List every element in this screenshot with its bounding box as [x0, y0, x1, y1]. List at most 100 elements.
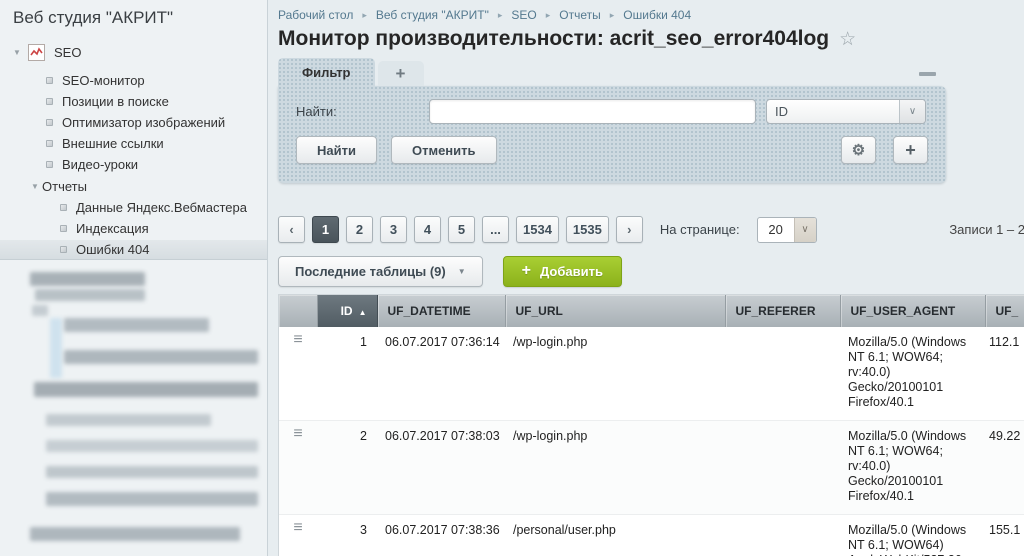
sidebar-item-external-links[interactable]: Внешние ссылки — [0, 133, 267, 154]
add-record-button[interactable]: + Добавить — [503, 256, 622, 287]
per-page-value: 20 — [758, 222, 794, 237]
add-filter-tab-button[interactable]: + — [378, 61, 424, 86]
cell-id: 3 — [317, 515, 377, 556]
filter-block: Фильтр + Найти: ID ∨ Найти Отменить ⚙ + — [278, 58, 946, 183]
collapse-filter-button[interactable] — [919, 72, 936, 76]
redacted-block — [46, 492, 258, 506]
cell-ip: 155.1 — [985, 515, 1024, 556]
row-menu-button[interactable]: ≡ — [279, 327, 317, 421]
bullet-icon — [46, 161, 53, 168]
seo-module-icon — [28, 44, 45, 61]
cell-id: 1 — [317, 327, 377, 421]
search-field-value: ID — [767, 104, 899, 119]
cell-datetime: 06.07.2017 07:36:14 — [377, 327, 505, 421]
column-header-uf-ip[interactable]: UF_ — [985, 295, 1024, 327]
chevron-down-icon[interactable]: ∨ — [794, 218, 816, 242]
per-page-select[interactable]: 20 ∨ — [757, 217, 817, 243]
row-menu-button[interactable]: ≡ — [279, 515, 317, 556]
sidebar-item-label: Отчеты — [42, 179, 87, 194]
sidebar-item-label: Оптимизатор изображений — [62, 115, 225, 130]
filter-settings-button[interactable]: ⚙ — [841, 136, 876, 164]
cell-user-agent: Mozilla/5.0 (Windows NT 6.1; WOW64; rv:4… — [840, 421, 985, 515]
prev-page-button[interactable]: ‹ — [278, 216, 305, 243]
hamburger-icon: ≡ — [293, 331, 302, 348]
sidebar-item-positions[interactable]: Позиции в поиске — [0, 91, 267, 112]
breadcrumb-item-seo[interactable]: SEO — [511, 8, 536, 22]
cell-url: /wp-login.php — [505, 421, 725, 515]
filter-tabs: Фильтр + — [278, 58, 946, 86]
table-row: ≡ 3 06.07.2017 07:38:36 /personal/user.p… — [279, 515, 1024, 556]
breadcrumb-item-reports[interactable]: Отчеты — [559, 8, 600, 22]
records-count: Записи 1 – 2 — [949, 222, 1024, 237]
redacted-block — [64, 350, 258, 364]
add-filter-field-button[interactable]: + — [893, 136, 928, 164]
bullet-icon — [46, 77, 53, 84]
redacted-block — [46, 414, 211, 426]
cell-user-agent: Mozilla/5.0 (Windows NT 6.1; WOW64; rv:4… — [840, 327, 985, 421]
tree-expand-icon[interactable]: ▼ — [10, 48, 24, 57]
sidebar-item-label: Видео-уроки — [62, 157, 138, 172]
breadcrumb-item-studio[interactable]: Веб студия "АКРИТ" — [376, 8, 489, 22]
page-title: Монитор производительности: acrit_seo_er… — [278, 26, 829, 52]
sidebar-item-label: SEO-монитор — [62, 73, 145, 88]
search-input[interactable] — [429, 99, 756, 124]
cell-referer — [725, 515, 840, 556]
data-grid: ID▲ UF_DATETIME UF_URL UF_REFERER UF_USE… — [278, 294, 1024, 556]
row-handle-column-header — [279, 295, 317, 327]
sidebar-item-reports[interactable]: ▼ Отчеты — [0, 176, 267, 197]
cell-datetime: 06.07.2017 07:38:36 — [377, 515, 505, 556]
chevron-down-icon[interactable]: ∨ — [899, 100, 925, 123]
recent-tables-label: Последние таблицы (9) — [295, 264, 446, 279]
bullet-icon — [46, 140, 53, 147]
recent-tables-dropdown[interactable]: Последние таблицы (9) ▼ — [278, 256, 483, 287]
sidebar-item-image-optimizer[interactable]: Оптимизатор изображений — [0, 112, 267, 133]
search-field-select[interactable]: ID ∨ — [766, 99, 926, 124]
sidebar-item-label: Внешние ссылки — [62, 136, 164, 151]
page-button-ellipsis[interactable]: ... — [482, 216, 509, 243]
grid-toolbar: Последние таблицы (9) ▼ + Добавить — [278, 255, 1024, 287]
sidebar-item-label: SEO — [54, 45, 81, 60]
sidebar-item-yandex-webmaster[interactable]: Данные Яндекс.Вебмастера — [0, 197, 267, 218]
page-button-5[interactable]: 5 — [448, 216, 475, 243]
column-header-uf-url[interactable]: UF_URL — [505, 295, 725, 327]
cell-referer — [725, 421, 840, 515]
favorite-star-icon[interactable]: ☆ — [839, 28, 856, 51]
sidebar-item-label: Индексация — [76, 221, 149, 236]
page-button-2[interactable]: 2 — [346, 216, 373, 243]
column-header-uf-datetime[interactable]: UF_DATETIME — [377, 295, 505, 327]
sidebar-item-seo[interactable]: ▼ SEO — [0, 40, 267, 64]
sidebar: Веб студия "АКРИТ" ▼ SEO SEO-монитор Поз… — [0, 0, 268, 556]
row-menu-button[interactable]: ≡ — [279, 421, 317, 515]
sidebar-item-label: Позиции в поиске — [62, 94, 169, 109]
next-page-button[interactable]: › — [616, 216, 643, 243]
sort-asc-icon: ▲ — [359, 308, 367, 317]
cell-ip: 112.1 — [985, 327, 1024, 421]
column-header-id[interactable]: ID▲ — [317, 295, 377, 327]
tree-expand-icon[interactable]: ▼ — [28, 182, 42, 191]
page-button-1534[interactable]: 1534 — [516, 216, 559, 243]
sidebar-item-video-lessons[interactable]: Видео-уроки — [0, 154, 267, 175]
plus-icon: + — [522, 262, 531, 280]
tab-filter[interactable]: Фильтр — [278, 58, 375, 86]
find-button[interactable]: Найти — [296, 136, 377, 164]
sidebar-item-errors-404[interactable]: Ошибки 404 — [0, 239, 267, 260]
cell-id: 2 — [317, 421, 377, 515]
page-button-4[interactable]: 4 — [414, 216, 441, 243]
breadcrumb-item-desktop[interactable]: Рабочий стол — [278, 8, 353, 22]
sidebar-item-label: Данные Яндекс.Вебмастера — [76, 200, 247, 215]
redacted-block — [46, 440, 258, 452]
cancel-button[interactable]: Отменить — [391, 136, 497, 164]
page-button-1535[interactable]: 1535 — [566, 216, 609, 243]
main-content: Рабочий стол ▸ Веб студия "АКРИТ" ▸ SEO … — [269, 0, 1024, 556]
sidebar-item-seo-monitor[interactable]: SEO-монитор — [0, 70, 267, 91]
column-header-uf-user-agent[interactable]: UF_USER_AGENT — [840, 295, 985, 327]
page-button-1[interactable]: 1 — [312, 216, 339, 243]
sidebar-item-indexing[interactable]: Индексация — [0, 218, 267, 239]
page-button-3[interactable]: 3 — [380, 216, 407, 243]
column-header-uf-referer[interactable]: UF_REFERER — [725, 295, 840, 327]
redacted-block — [64, 318, 209, 332]
breadcrumb-separator-icon: ▸ — [498, 10, 503, 21]
cell-url: /personal/user.php — [505, 515, 725, 556]
redacted-block — [35, 289, 145, 301]
breadcrumb-item-errors404[interactable]: Ошибки 404 — [623, 8, 691, 22]
